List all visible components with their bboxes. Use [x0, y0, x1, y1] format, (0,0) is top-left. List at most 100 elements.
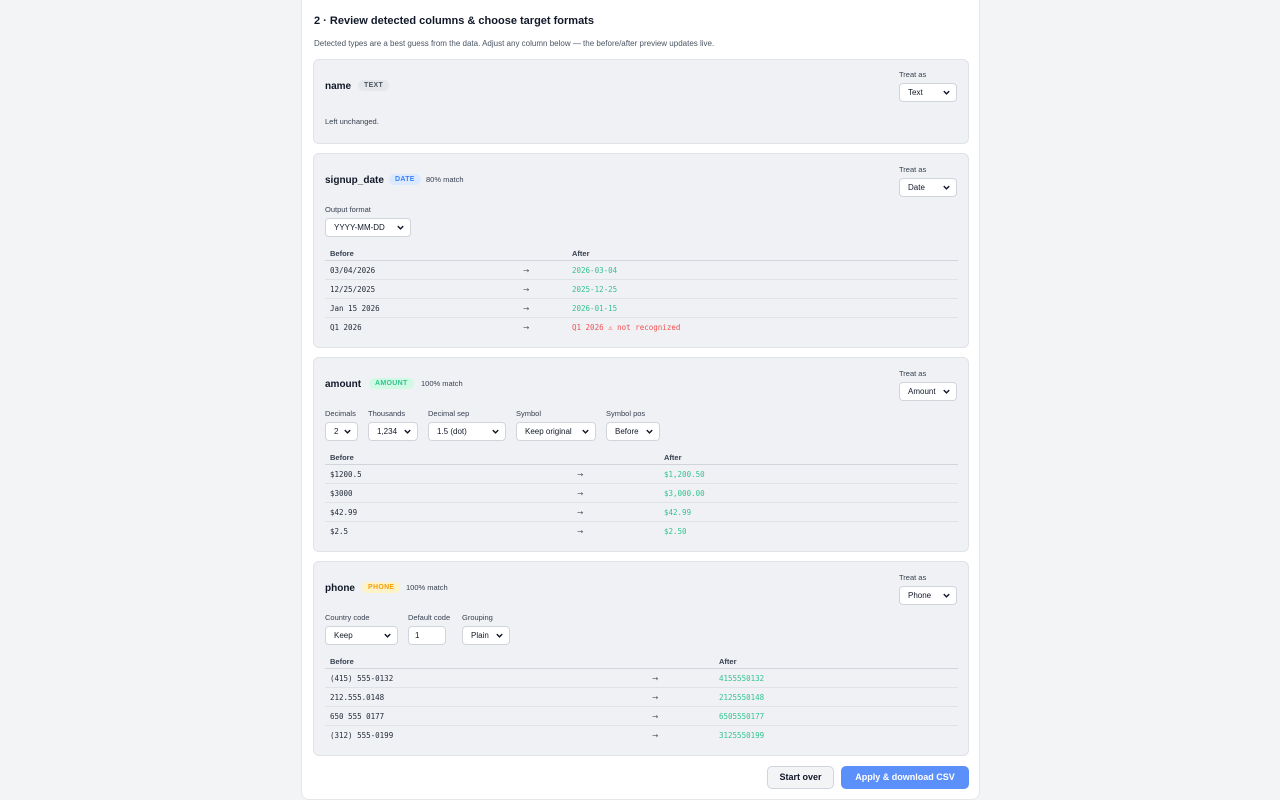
- grouping-label: Grouping: [462, 613, 493, 622]
- before-value: $3000: [330, 489, 353, 498]
- before-value: 12/25/2025: [330, 285, 376, 294]
- select-value: Date: [908, 183, 925, 192]
- column-card-name: name TEXT Treat as Text Left unchanged.: [313, 59, 969, 144]
- arrow-icon: →: [523, 323, 530, 332]
- treat-as-label: Treat as: [899, 70, 927, 79]
- arrow-icon: →: [577, 489, 584, 498]
- arrow-icon: →: [577, 508, 584, 517]
- decimal-sep-label: Decimal sep: [428, 409, 470, 418]
- treat-as-label: Treat as: [899, 369, 927, 378]
- chevron-down-icon: [495, 631, 504, 640]
- type-badge-amount: AMOUNT: [369, 378, 414, 389]
- select-value: Before: [615, 427, 639, 436]
- preview-row: $3000 → $3,000.00: [325, 484, 958, 503]
- after-value: $3,000.00: [664, 489, 705, 498]
- output-format-select[interactable]: YYYY-MM-DD: [325, 218, 411, 237]
- arrow-icon: →: [652, 674, 659, 683]
- treat-as-select-name[interactable]: Text: [899, 83, 957, 102]
- thousands-select[interactable]: 1,234: [368, 422, 418, 441]
- preview-header: Before After: [325, 655, 958, 669]
- default-code-label: Default code: [408, 613, 451, 622]
- match-percent: 80% match: [426, 175, 464, 184]
- symbol-pos-label: Symbol pos: [606, 409, 646, 418]
- chevron-down-icon: [942, 591, 951, 600]
- after-value: 3125550199: [719, 731, 765, 740]
- before-value: $2.5: [330, 527, 349, 536]
- arrow-icon: →: [652, 712, 659, 721]
- after-header: After: [719, 657, 737, 666]
- preview-row: $42.99 → $42.99: [325, 503, 958, 522]
- review-panel: 2 · Review detected columns & choose tar…: [301, 0, 980, 800]
- before-value: (312) 555-0199: [330, 731, 394, 740]
- after-value-error: Q1 2026 ⚠ not recognized: [572, 323, 681, 332]
- chevron-down-icon: [645, 427, 654, 436]
- before-value: $1200.5: [330, 470, 362, 479]
- arrow-icon: →: [523, 304, 530, 313]
- after-value: 4155550132: [719, 674, 765, 683]
- column-name: amount: [325, 379, 362, 390]
- before-header: Before: [330, 453, 354, 462]
- preview-table: Before After $1200.5 → $1,200.50 $3000 →…: [325, 451, 958, 541]
- country-code-select[interactable]: Keep: [325, 626, 398, 645]
- decimals-label: Decimals: [325, 409, 356, 418]
- select-value: 2: [334, 427, 339, 436]
- output-format-label: Output format: [325, 205, 371, 214]
- type-badge-date: DATE: [389, 174, 421, 185]
- chevron-down-icon: [343, 427, 352, 436]
- arrow-icon: →: [523, 266, 530, 275]
- type-badge-phone: PHONE: [362, 582, 401, 593]
- preview-table: Before After 03/04/2026 → 2026-03-04 12/…: [325, 247, 958, 337]
- chevron-down-icon: [491, 427, 500, 436]
- after-header: After: [572, 249, 590, 258]
- arrow-icon: →: [577, 527, 584, 536]
- before-value: (415) 555-0132: [330, 674, 394, 683]
- before-header: Before: [330, 249, 354, 258]
- apply-download-button[interactable]: Apply & download CSV: [841, 766, 969, 789]
- chevron-down-icon: [942, 88, 951, 97]
- preview-row: $1200.5 → $1,200.50: [325, 465, 958, 484]
- grouping-select[interactable]: Plain: [462, 626, 510, 645]
- decimals-select[interactable]: 2: [325, 422, 358, 441]
- preview-header: Before After: [325, 451, 958, 465]
- decimal-sep-select[interactable]: 1.5 (dot): [428, 422, 506, 441]
- after-value: 2025-12-25: [572, 285, 618, 294]
- preview-row: 650 555 0177 → 6505550177: [325, 707, 958, 726]
- preview-row: (415) 555-0132 → 4155550132: [325, 669, 958, 688]
- symbol-pos-select[interactable]: Before: [606, 422, 660, 441]
- after-value: 2026-01-15: [572, 304, 618, 313]
- after-header: After: [664, 453, 682, 462]
- before-value: Q1 2026: [330, 323, 362, 332]
- treat-as-select-amount[interactable]: Amount: [899, 382, 957, 401]
- before-value: $42.99: [330, 508, 358, 517]
- preview-header: Before After: [325, 247, 958, 261]
- after-value: $2.50: [664, 527, 687, 536]
- select-value: 1.5 (dot): [437, 427, 467, 436]
- preview-table: Before After (415) 555-0132 → 4155550132…: [325, 655, 958, 745]
- column-note: Left unchanged.: [325, 117, 379, 126]
- select-value: Keep original: [525, 427, 572, 436]
- column-name: signup_date: [325, 175, 384, 186]
- column-name: name: [325, 81, 352, 92]
- page-description: Detected types are a best guess from the…: [314, 39, 715, 48]
- chevron-down-icon: [942, 183, 951, 192]
- before-value: 212.555.0148: [330, 693, 385, 702]
- preview-row: Jan 15 2026 → 2026-01-15: [325, 299, 958, 318]
- country-code-label: Country code: [325, 613, 370, 622]
- treat-as-select-phone[interactable]: Phone: [899, 586, 957, 605]
- symbol-select[interactable]: Keep original: [516, 422, 596, 441]
- column-card-phone: phone PHONE 100% match Treat as Phone Co…: [313, 561, 969, 756]
- arrow-icon: →: [523, 285, 530, 294]
- default-code-input[interactable]: 1: [408, 626, 446, 645]
- column-card-signup-date: signup_date DATE 80% match Treat as Date…: [313, 153, 969, 348]
- match-percent: 100% match: [406, 583, 448, 592]
- chevron-down-icon: [581, 427, 590, 436]
- select-value: 1,234: [377, 427, 398, 436]
- before-header: Before: [330, 657, 354, 666]
- thousands-label: Thousands: [368, 409, 406, 418]
- after-value: $1,200.50: [664, 470, 705, 479]
- preview-row: $2.5 → $2.50: [325, 522, 958, 541]
- preview-row: Q1 2026 → Q1 2026 ⚠ not recognized: [325, 318, 958, 337]
- treat-as-select-signup-date[interactable]: Date: [899, 178, 957, 197]
- match-percent: 100% match: [421, 379, 463, 388]
- start-over-button[interactable]: Start over: [767, 766, 834, 789]
